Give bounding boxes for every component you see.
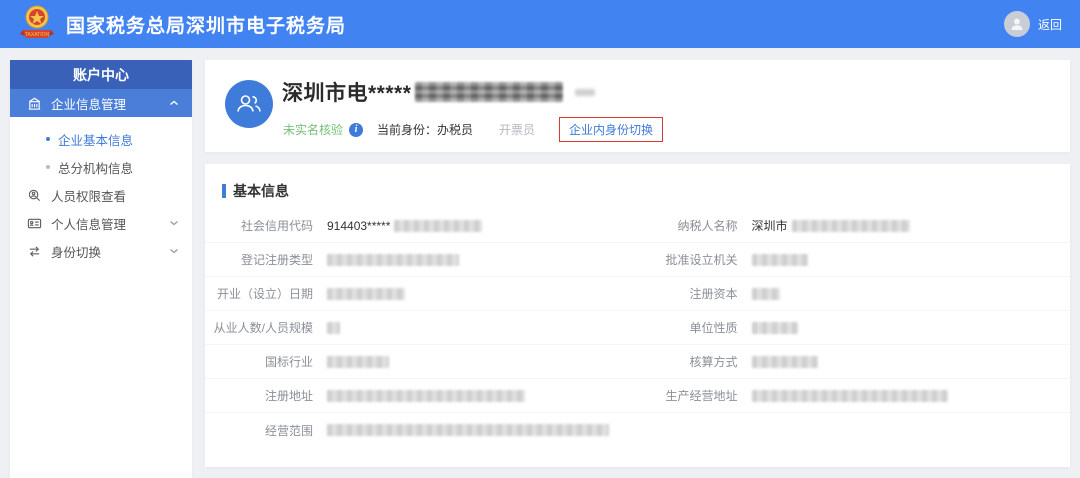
field-label: 从业人数/人员规模 <box>205 319 313 336</box>
bullet-dot-icon <box>46 165 50 169</box>
field-label: 纳税人名称 <box>638 217 738 234</box>
field-label: 生产经营地址 <box>638 387 738 404</box>
switch-icon <box>26 243 42 259</box>
redacted-value <box>327 390 525 402</box>
redacted-value <box>327 322 340 334</box>
sidebar-item-identity-switch[interactable]: 身份切换 <box>10 237 192 265</box>
field-label: 核算方式 <box>638 353 738 370</box>
company-profile-card: 深圳市电***** 未实名核验 i 当前身份：办税员 开票员 企业内身份切换 <box>205 60 1070 152</box>
field-label: 经营范围 <box>205 422 313 439</box>
sidebar-item-personal-info-mgmt[interactable]: 个人信息管理 <box>10 209 192 237</box>
search-person-icon <box>26 187 42 203</box>
sidebar: 账户中心 企业信息管理 企业基本信息 总分机构信息 <box>10 60 192 478</box>
info-row: 注册地址 生产经营地址 <box>205 379 1070 413</box>
basic-info-card: 基本信息 社会信用代码 914403***** 纳税人名称 深圳市 登记注册类型… <box>205 164 1070 467</box>
identity-option-invoicer[interactable]: 开票员 <box>499 121 535 138</box>
company-avatar <box>225 80 273 128</box>
redacted-value <box>327 424 609 436</box>
top-header: TAXATION 国家税务总局深圳市电子税务局 返回 <box>0 0 1080 48</box>
realname-verify-status: 未实名核验 <box>283 121 343 138</box>
redacted-value <box>752 356 818 368</box>
group-icon <box>235 90 263 118</box>
sidebar-item-label: 企业信息管理 <box>51 94 126 113</box>
info-row: 社会信用代码 914403***** 纳税人名称 深圳市 <box>205 209 1070 243</box>
redacted-value <box>327 356 389 368</box>
field-value: 914403***** <box>327 219 390 233</box>
section-accent-bar <box>222 184 226 198</box>
info-row: 登记注册类型 批准设立机关 <box>205 243 1070 277</box>
tax-bureau-logo-icon: TAXATION <box>18 3 56 45</box>
redacted-value <box>752 254 808 266</box>
sidebar-item-head-branch-info[interactable]: 总分机构信息 <box>10 153 192 181</box>
company-name: 深圳市电***** <box>282 77 411 107</box>
current-identity-label: 当前身份：办税员 <box>377 121 473 138</box>
redacted-company-suffix <box>575 89 595 96</box>
field-value: 深圳市 <box>752 217 788 234</box>
redacted-value <box>752 390 948 402</box>
sidebar-item-enterprise-basic-info[interactable]: 企业基本信息 <box>10 125 192 153</box>
info-row: 经营范围 <box>205 413 1070 447</box>
person-icon <box>1009 16 1025 32</box>
sidebar-item-enterprise-info-mgmt[interactable]: 企业信息管理 <box>10 89 192 117</box>
info-row: 从业人数/人员规模 单位性质 <box>205 311 1070 345</box>
redacted-value <box>327 288 405 300</box>
chevron-down-icon <box>168 217 180 229</box>
sidebar-item-label: 身份切换 <box>51 242 101 261</box>
info-row: 开业（设立）日期 注册资本 <box>205 277 1070 311</box>
sidebar-item-personnel-permission[interactable]: 人员权限查看 <box>10 181 192 209</box>
page-title: 国家税务总局深圳市电子税务局 <box>66 11 346 38</box>
redacted-value <box>394 220 482 232</box>
field-label: 登记注册类型 <box>205 251 313 268</box>
redacted-value <box>752 322 798 334</box>
building-icon <box>26 95 42 111</box>
sidebar-item-label: 企业基本信息 <box>58 130 133 149</box>
chevron-down-icon <box>168 245 180 257</box>
info-row: 国标行业 核算方式 <box>205 345 1070 379</box>
field-label: 注册资本 <box>638 285 738 302</box>
field-label: 国标行业 <box>205 353 313 370</box>
redacted-value <box>752 288 780 300</box>
back-button[interactable]: 返回 <box>1038 16 1062 33</box>
chevron-up-icon <box>168 97 180 109</box>
field-label: 批准设立机关 <box>638 251 738 268</box>
sidebar-title: 账户中心 <box>10 60 192 89</box>
redacted-value <box>327 254 459 266</box>
identity-switch-link[interactable]: 企业内身份切换 <box>559 117 663 142</box>
redacted-value <box>792 220 910 232</box>
field-label: 单位性质 <box>638 319 738 336</box>
field-label: 开业（设立）日期 <box>205 285 313 302</box>
id-card-icon <box>26 215 42 231</box>
field-label: 注册地址 <box>205 387 313 404</box>
info-icon[interactable]: i <box>349 123 363 137</box>
section-title: 基本信息 <box>233 181 289 201</box>
sidebar-item-label: 人员权限查看 <box>51 186 126 205</box>
bullet-dot-icon <box>46 137 50 141</box>
sidebar-item-label: 总分机构信息 <box>58 158 133 177</box>
sidebar-item-label: 个人信息管理 <box>51 214 126 233</box>
redacted-company-name <box>415 82 563 102</box>
svg-text:TAXATION: TAXATION <box>25 32 50 38</box>
user-avatar[interactable] <box>1004 11 1030 37</box>
field-label: 社会信用代码 <box>205 217 313 234</box>
